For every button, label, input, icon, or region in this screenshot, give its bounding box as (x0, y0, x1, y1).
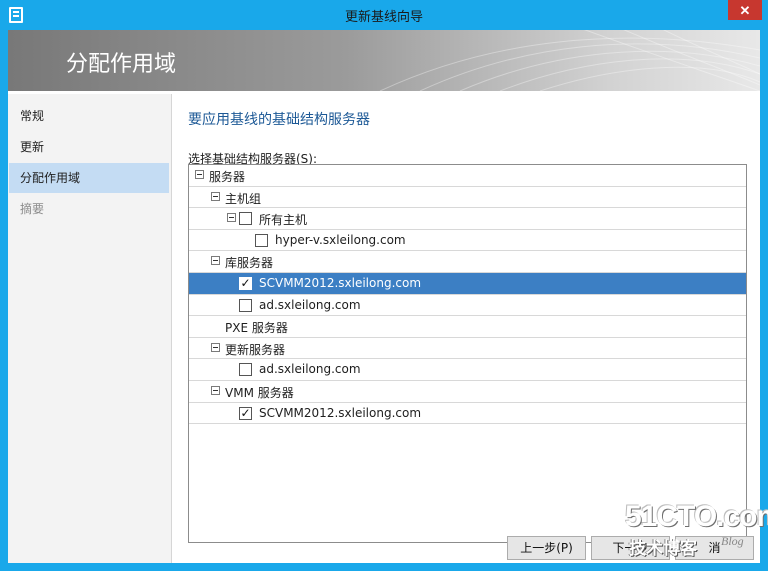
wizard-nav: 常规 更新 分配作用域 摘要 (8, 94, 172, 563)
tree-row[interactable]: 更新服务器 (189, 338, 746, 360)
tree-checkbox[interactable] (255, 233, 268, 247)
tree-row-label: VMM 服务器 (225, 386, 294, 400)
wizard-window: 更新基线向导 ✕ 分配作用域 常规 更新 分配作用域 摘要 要应用基线的基础结构… (0, 0, 768, 571)
page-heading: 要应用基线的基础结构服务器 (188, 112, 370, 128)
collapse-icon[interactable] (211, 386, 220, 395)
tree-checkbox[interactable]: ✓ (239, 406, 252, 420)
tree-row-label: SCVMM2012.sxleilong.com (259, 276, 422, 290)
collapse-icon[interactable] (195, 170, 204, 179)
title-bar[interactable]: 更新基线向导 ✕ (0, 0, 768, 30)
header-banner: 分配作用域 (8, 30, 760, 91)
tree-row-label: 更新服务器 (225, 342, 286, 357)
tree-row[interactable]: PXE 服务器 (189, 316, 746, 338)
previous-button[interactable]: 上一步(P) (507, 536, 586, 560)
tree-row-label: SCVMM2012.sxleilong.com (259, 405, 422, 420)
collapse-icon[interactable] (211, 256, 220, 266)
tree-row[interactable]: ✓ SCVMM2012.sxleilong.com (189, 273, 746, 295)
tree-row[interactable]: 主机组 (189, 187, 746, 209)
nav-item-label: 摘要 (20, 202, 45, 216)
cancel-button[interactable]: 消 (675, 536, 754, 560)
tree-row[interactable]: ad.sxleilong.com (189, 295, 746, 317)
tree-row-label: 库服务器 (225, 256, 274, 271)
nav-item-assign-scope[interactable]: 分配作用域 (9, 163, 169, 193)
tree-checkbox[interactable] (239, 298, 252, 312)
tree-row[interactable]: ✓ SCVMM2012.sxleilong.com (189, 403, 746, 425)
collapse-icon[interactable] (211, 191, 220, 201)
banner-title: 分配作用域 (66, 52, 177, 77)
nav-item-summary: 摘要 (9, 194, 169, 224)
collapse-icon[interactable] (211, 342, 220, 352)
tree-row-label: hyper-v.sxleilong.com (275, 232, 406, 247)
main-panel: 要应用基线的基础结构服务器 选择基础结构服务器(S): 服务器 主机组 所有主机 hy… (173, 94, 760, 563)
banner-decoration-icon (379, 30, 760, 91)
next-button[interactable]: 下一步 (591, 536, 670, 560)
server-tree[interactable]: 服务器主机组所有主机 hyper-v.sxleilong.com 库服务器 ✓ SCVM… (188, 164, 747, 543)
tree-checkbox[interactable]: ✓ (239, 277, 252, 290)
tree-row[interactable]: 所有主机 (189, 208, 746, 230)
nav-item-updates[interactable]: 更新 (9, 132, 169, 162)
tree-row[interactable]: ad.sxleilong.com (189, 359, 746, 381)
tree-checkbox[interactable] (239, 363, 252, 377)
tree-row-label: 所有主机 (259, 213, 308, 228)
nav-item-label: 更新 (20, 140, 45, 154)
tree-row-label: ad.sxleilong.com (259, 297, 361, 312)
collapse-icon[interactable] (227, 213, 236, 223)
nav-item-label: 分配作用域 (20, 171, 81, 185)
tree-row[interactable]: VMM 服务器 (189, 381, 746, 403)
close-button[interactable]: ✕ (728, 0, 762, 20)
tree-row[interactable]: hyper-v.sxleilong.com (189, 230, 746, 252)
tree-row[interactable]: 库服务器 (189, 251, 746, 273)
nav-item-label: 常规 (20, 109, 45, 123)
tree-row-label: ad.sxleilong.com (259, 362, 361, 377)
nav-item-general[interactable]: 常规 (9, 101, 169, 131)
wizard-client: 分配作用域 常规 更新 分配作用域 摘要 要应用基线的基础结构服务器 选择基础结… (8, 30, 760, 563)
tree-row[interactable]: 服务器 (189, 165, 746, 187)
tree-row-label: 服务器 (209, 170, 246, 184)
window-title: 更新基线向导 (344, 10, 423, 25)
tree-checkbox[interactable] (239, 212, 252, 226)
tree-row-label: PXE 服务器 (225, 321, 288, 336)
tree-row-label: 主机组 (225, 191, 262, 206)
